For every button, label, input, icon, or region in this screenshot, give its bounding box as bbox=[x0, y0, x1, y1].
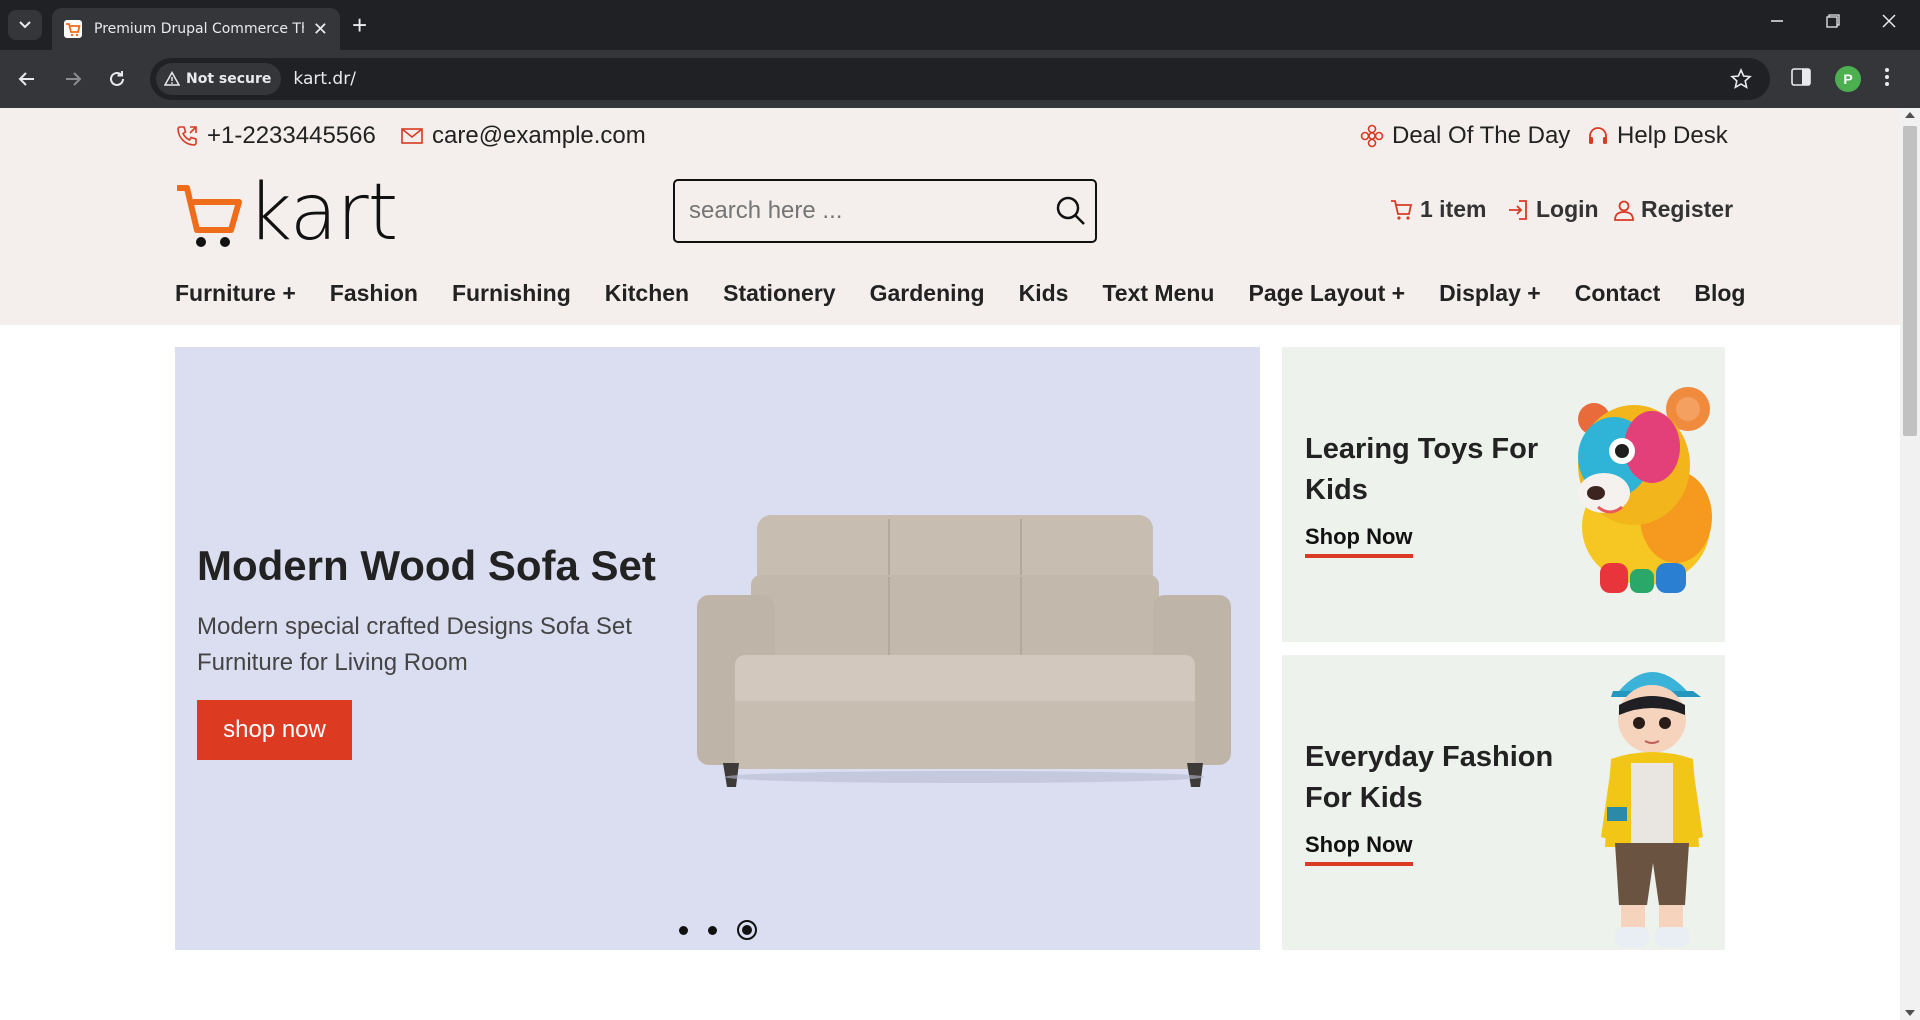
more-menu-icon[interactable] bbox=[1884, 66, 1890, 93]
hero-slider: Modern Wood Sofa Set Modern special craf… bbox=[175, 347, 1260, 950]
slider-dot-1[interactable] bbox=[679, 925, 688, 935]
scroll-up-arrow-icon[interactable] bbox=[1905, 112, 1915, 118]
register-text: Register bbox=[1641, 196, 1734, 222]
email-contact[interactable]: care@example.com bbox=[400, 122, 646, 150]
logo-text: kart bbox=[247, 168, 398, 258]
reload-icon[interactable] bbox=[104, 66, 130, 92]
promo-card-toys: Learing Toys For Kids Shop Now bbox=[1282, 347, 1725, 642]
phone-icon bbox=[177, 126, 197, 146]
menu-item-display[interactable]: Display + bbox=[1439, 280, 1541, 307]
sofa-image bbox=[697, 515, 1231, 787]
menu-item-text-menu[interactable]: Text Menu bbox=[1102, 280, 1214, 307]
chevron-down-icon bbox=[19, 21, 31, 29]
close-tab-icon[interactable]: ✕ bbox=[313, 20, 328, 38]
restore-icon[interactable] bbox=[1826, 12, 1840, 33]
cart-count: 1 item bbox=[1420, 196, 1487, 222]
promo-shop-now-link[interactable]: Shop Now bbox=[1305, 524, 1413, 558]
menu-item-stationery[interactable]: Stationery bbox=[723, 280, 835, 307]
address-bar[interactable]: Not secure kart.dr/ bbox=[150, 58, 1770, 100]
toy-bear-image bbox=[1578, 387, 1712, 593]
menu-item-gardening[interactable]: Gardening bbox=[870, 280, 985, 307]
page-scrollbar[interactable] bbox=[1900, 108, 1920, 1020]
slider-pagination bbox=[679, 920, 757, 940]
email-text: care@example.com bbox=[432, 122, 646, 149]
phone-text: +1-2233445566 bbox=[207, 122, 376, 149]
site-header: +1-2233445566 care@example.com Deal Of T… bbox=[0, 108, 1900, 325]
help-desk-link[interactable]: Help Desk bbox=[1587, 122, 1728, 150]
new-tab-button[interactable]: + bbox=[352, 12, 367, 38]
minimize-icon[interactable] bbox=[1770, 12, 1784, 33]
page-viewport: +1-2233445566 care@example.com Deal Of T… bbox=[0, 108, 1900, 1020]
login-link[interactable]: Login bbox=[1506, 196, 1599, 223]
scroll-down-arrow-icon[interactable] bbox=[1905, 1010, 1915, 1016]
cart-favicon-icon bbox=[64, 20, 82, 38]
security-chip[interactable]: Not secure bbox=[156, 63, 282, 95]
cart-logo-icon bbox=[177, 185, 242, 247]
menu-item-blog[interactable]: Blog bbox=[1694, 280, 1745, 307]
search-input[interactable] bbox=[675, 197, 1035, 225]
site-logo[interactable]: kart bbox=[175, 168, 398, 258]
menu-item-fashion[interactable]: Fashion bbox=[330, 280, 418, 307]
browser-toolbar: Not secure kart.dr/ P bbox=[0, 50, 1920, 108]
menu-item-page-layout[interactable]: Page Layout + bbox=[1248, 280, 1405, 307]
login-text: Login bbox=[1536, 196, 1599, 222]
menu-item-kids[interactable]: Kids bbox=[1019, 280, 1069, 307]
kid-figure-image bbox=[1601, 672, 1703, 947]
user-icon bbox=[1614, 200, 1634, 221]
scroll-thumb[interactable] bbox=[1903, 126, 1917, 436]
cart-link[interactable]: 1 item bbox=[1390, 196, 1486, 223]
shop-now-button[interactable]: shop now bbox=[197, 700, 352, 760]
search-box bbox=[673, 179, 1097, 243]
headset-icon bbox=[1589, 127, 1607, 144]
cart-icon bbox=[1391, 199, 1413, 220]
phone-contact[interactable]: +1-2233445566 bbox=[175, 122, 376, 150]
hero-subtitle: Modern special crafted Designs Sofa Set … bbox=[197, 613, 632, 676]
mail-icon bbox=[401, 128, 423, 144]
tab-title: Premium Drupal Commerce The bbox=[94, 21, 304, 37]
menu-item-contact[interactable]: Contact bbox=[1575, 280, 1661, 307]
profile-avatar[interactable]: P bbox=[1835, 66, 1861, 92]
browser-tab-strip: Premium Drupal Commerce The ✕ + bbox=[0, 0, 1920, 50]
close-window-icon[interactable] bbox=[1882, 12, 1896, 33]
promo-title: Learing Toys For Kids bbox=[1305, 433, 1539, 506]
url-text[interactable]: kart.dr/ bbox=[293, 69, 356, 89]
side-panel-icon[interactable] bbox=[1790, 66, 1812, 93]
slider-dot-2[interactable] bbox=[708, 925, 717, 935]
login-icon bbox=[1509, 199, 1527, 220]
menu-item-furnishing[interactable]: Furnishing bbox=[452, 280, 571, 307]
back-icon[interactable] bbox=[14, 66, 40, 92]
menu-item-furniture[interactable]: Furniture + bbox=[175, 280, 296, 307]
deal-of-the-day-link[interactable]: Deal Of The Day bbox=[1360, 122, 1570, 150]
promo-title: Everyday Fashion For Kids bbox=[1305, 741, 1554, 814]
register-link[interactable]: Register bbox=[1613, 196, 1733, 223]
search-icon[interactable] bbox=[1055, 195, 1087, 232]
security-label: Not secure bbox=[186, 71, 272, 87]
promo-card-fashion: Everyday Fashion For Kids Shop Now bbox=[1282, 655, 1725, 950]
forward-icon[interactable] bbox=[60, 66, 86, 92]
main-menu: Furniture + Fashion Furnishing Kitchen S… bbox=[175, 280, 1779, 307]
bookmark-star-icon[interactable] bbox=[1730, 67, 1752, 95]
menu-item-kitchen[interactable]: Kitchen bbox=[605, 280, 689, 307]
browser-tab-active[interactable]: Premium Drupal Commerce The ✕ bbox=[52, 8, 340, 50]
help-text: Help Desk bbox=[1617, 122, 1728, 149]
deal-text: Deal Of The Day bbox=[1392, 122, 1571, 149]
warning-icon bbox=[164, 71, 180, 86]
slider-dot-3-active[interactable] bbox=[737, 920, 757, 940]
promo-shop-now-link[interactable]: Shop Now bbox=[1305, 832, 1413, 866]
flower-icon bbox=[1360, 124, 1384, 148]
tab-search-button[interactable] bbox=[8, 10, 42, 40]
hero-title: Modern Wood Sofa Set bbox=[197, 542, 656, 589]
